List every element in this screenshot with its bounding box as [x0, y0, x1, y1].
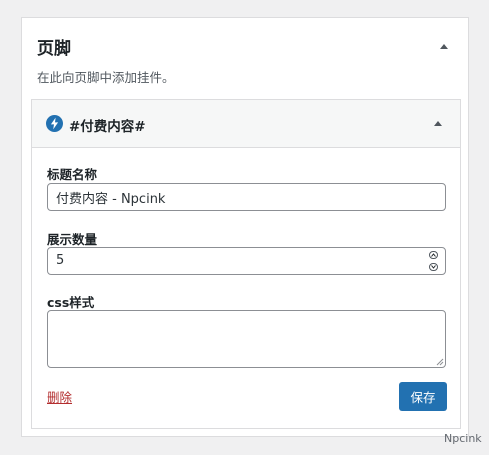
chevron-down-icon — [431, 265, 436, 269]
lightning-bolt-icon — [46, 115, 63, 132]
panel-description: 在此向页脚中添加挂件。 — [37, 70, 175, 85]
collapse-widget-button[interactable] — [430, 115, 446, 131]
css-textarea[interactable] — [47, 310, 446, 368]
css-field-label: css样式 — [47, 295, 95, 310]
resize-grip-icon[interactable] — [436, 358, 444, 366]
decrement-button[interactable] — [429, 263, 438, 271]
panel-header[interactable]: 页脚 — [22, 18, 468, 73]
triangle-up-icon — [434, 120, 442, 126]
widget-title: #付费内容# — [69, 119, 146, 135]
panel-title: 页脚 — [37, 39, 71, 59]
paid-content-widget: #付费内容# 标题名称 展示数量 5 css样式 — [31, 99, 461, 429]
widget-header[interactable]: #付费内容# — [32, 100, 460, 148]
title-field-label: 标题名称 — [47, 167, 98, 182]
count-stepper[interactable] — [429, 251, 440, 271]
count-value: 5 — [56, 253, 65, 268]
delete-link[interactable]: 删除 — [47, 387, 72, 406]
chevron-up-icon — [431, 253, 436, 257]
watermark: Npcink — [444, 432, 482, 445]
triangle-up-icon — [440, 43, 448, 49]
count-field-label: 展示数量 — [47, 232, 98, 247]
save-button[interactable]: 保存 — [399, 382, 447, 411]
footer-widget-area: 页脚 在此向页脚中添加挂件。 #付费内容# 标题名称 展示数量 5 — [21, 17, 469, 437]
title-input[interactable] — [47, 183, 446, 211]
count-input[interactable]: 5 — [47, 247, 446, 275]
increment-button[interactable] — [429, 251, 438, 259]
collapse-panel-button[interactable] — [436, 38, 452, 54]
